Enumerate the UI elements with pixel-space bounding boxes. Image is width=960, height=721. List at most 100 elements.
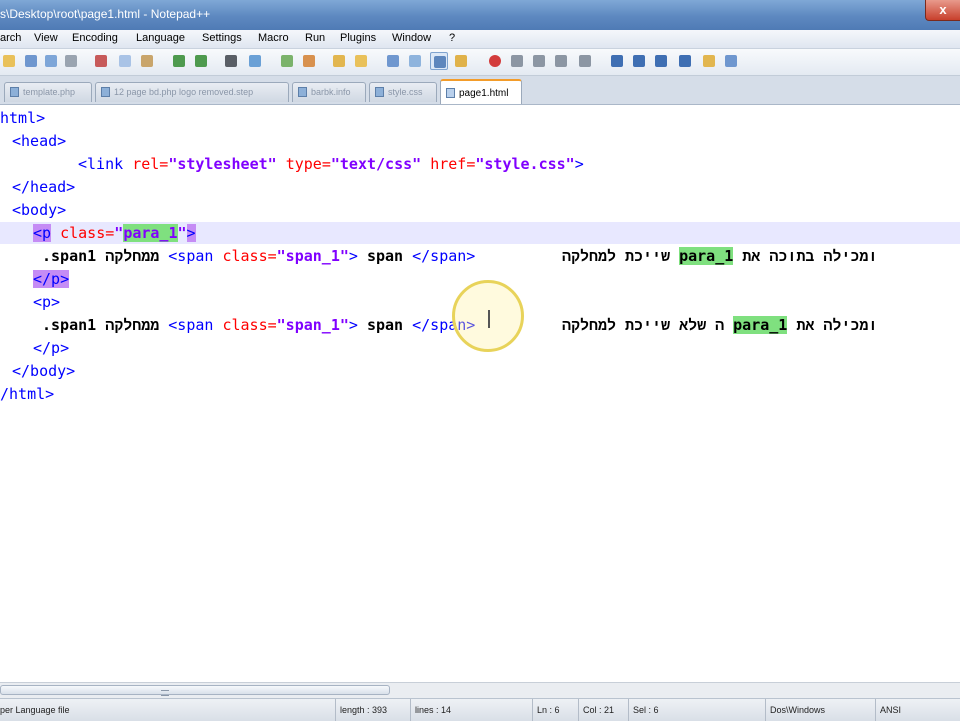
file-icon: [298, 87, 307, 97]
copy-icon[interactable]: [116, 52, 134, 70]
code-line-2: <head>: [12, 130, 66, 152]
status-encoding: ANSI: [875, 699, 901, 721]
text-rtl: ומכילה את: [796, 316, 878, 334]
tag-p-close: </p>: [33, 270, 70, 288]
down-icon[interactable]: [652, 52, 670, 70]
run-macro-icon[interactable]: [552, 52, 570, 70]
close-window-button[interactable]: x: [925, 0, 960, 21]
value-stylesheet: "stylesheet": [168, 155, 277, 173]
paste-icon[interactable]: [138, 52, 156, 70]
zoom-in-icon[interactable]: [278, 52, 296, 70]
column-icon[interactable]: [676, 52, 694, 70]
tab-label: 12 page bd.php logo removed.step: [114, 87, 254, 97]
tag-close-bracket: >: [186, 224, 196, 242]
text-rtl: ה שלא שייכת למחלקה: [562, 316, 725, 334]
show-list-icon[interactable]: [608, 52, 626, 70]
find-icon[interactable]: [222, 52, 240, 70]
attr-href: href=: [421, 155, 476, 173]
code-line-6-current: <p class="para_1">: [0, 222, 960, 244]
sync-scroll-icon[interactable]: [330, 52, 348, 70]
save-all-icon[interactable]: [42, 52, 60, 70]
tab-barbk-info[interactable]: barbk.info: [292, 82, 366, 102]
user-lang-icon[interactable]: [430, 52, 448, 70]
word-wrap-icon[interactable]: [352, 52, 370, 70]
tag-body-close: </body>: [12, 362, 76, 380]
save-macro-icon[interactable]: [576, 52, 594, 70]
grip-icon: [161, 690, 169, 696]
horizontal-scrollbar[interactable]: [0, 682, 960, 698]
up-icon[interactable]: [630, 52, 648, 70]
tab-style-css[interactable]: style.css: [369, 82, 437, 102]
scrollbar-thumb[interactable]: [0, 685, 390, 696]
menu-plugins[interactable]: Plugins: [340, 32, 376, 44]
indent-guide-icon[interactable]: [406, 52, 424, 70]
code-line-8: </p>: [33, 268, 70, 290]
menu-window[interactable]: Window: [392, 32, 431, 44]
file-icon: [375, 87, 384, 97]
menu-help[interactable]: ?: [449, 32, 455, 44]
code-line-5: <body>: [12, 199, 66, 221]
tab-template-php[interactable]: template.php: [4, 82, 92, 102]
menu-settings[interactable]: Settings: [202, 32, 242, 44]
attr-type: type=: [276, 155, 331, 173]
code-editor[interactable]: html> <head> <link rel="stylesheet" type…: [0, 105, 960, 682]
attr-class: class=: [222, 316, 277, 334]
tag-html-close: /html>: [0, 385, 55, 403]
record-macro-icon[interactable]: [486, 52, 504, 70]
tag-p-open: <p: [33, 224, 52, 242]
tag-html-open: html>: [0, 109, 46, 127]
code-line-1: html>: [0, 107, 45, 129]
attr-rel: rel=: [132, 155, 169, 173]
function-list-icon[interactable]: [700, 52, 718, 70]
menu-macro[interactable]: Macro: [258, 32, 289, 44]
text-cursor-icon: [488, 310, 490, 328]
tab-page-bd-php[interactable]: 12 page bd.php logo removed.step: [95, 82, 289, 102]
undo-icon[interactable]: [170, 52, 188, 70]
quote: ": [177, 224, 187, 242]
open-file-icon[interactable]: [0, 52, 18, 70]
tab-page1-html[interactable]: page1.html: [440, 79, 522, 104]
all-chars-icon[interactable]: [384, 52, 402, 70]
code-line-4: </head>: [12, 176, 75, 198]
status-file-type: per Language file: [0, 705, 70, 715]
match-highlight-para-1: para_1: [679, 247, 734, 265]
spell-check-icon[interactable]: [722, 52, 740, 70]
code-line-9: <p>: [33, 291, 60, 313]
text-rtl: ומכילה בתוכה את: [742, 247, 878, 265]
menu-search[interactable]: arch: [0, 32, 21, 44]
tag-close-bracket: >: [574, 155, 584, 173]
text-span: span: [366, 316, 413, 334]
quote: ": [114, 224, 124, 242]
code-line-10: .span1 ממחלקה <span class="span_1"> span…: [42, 314, 475, 336]
play-macro-icon[interactable]: [530, 52, 548, 70]
tag-p-open: <p>: [33, 293, 61, 311]
stop-macro-icon[interactable]: [508, 52, 526, 70]
save-icon[interactable]: [22, 52, 40, 70]
value-text-css: "text/css": [330, 155, 422, 173]
menu-run[interactable]: Run: [305, 32, 325, 44]
attr-class: class=: [222, 247, 277, 265]
menu-language[interactable]: Language: [136, 32, 185, 44]
replace-icon[interactable]: [246, 52, 264, 70]
window-title: s\Desktop\root\page1.html - Notepad++: [0, 7, 211, 21]
toolbar: [0, 49, 960, 76]
menu-view[interactable]: View: [34, 32, 58, 44]
status-sel: Sel : 6: [628, 699, 659, 721]
code-line-3: <link rel="stylesheet" type="text/css" h…: [78, 153, 584, 175]
print-icon[interactable]: [62, 52, 80, 70]
tab-label: template.php: [23, 87, 76, 97]
tag-body-open: <body>: [12, 201, 67, 219]
tag-span-open: <span: [168, 247, 223, 265]
code-line-7: .span1 ממחלקה <span class="span_1"> span…: [42, 245, 475, 267]
status-col: Col : 21: [578, 699, 614, 721]
tab-label: style.css: [388, 87, 423, 97]
tag-close-bracket: >: [348, 316, 367, 334]
doc-map-icon[interactable]: [452, 52, 470, 70]
cut-icon[interactable]: [92, 52, 110, 70]
tag-p-close: </p>: [33, 339, 70, 357]
text-rtl: שייכת למחלקה: [562, 247, 671, 265]
file-icon: [446, 88, 455, 98]
menu-encoding[interactable]: Encoding: [72, 32, 118, 44]
zoom-out-icon[interactable]: [300, 52, 318, 70]
redo-icon[interactable]: [192, 52, 210, 70]
